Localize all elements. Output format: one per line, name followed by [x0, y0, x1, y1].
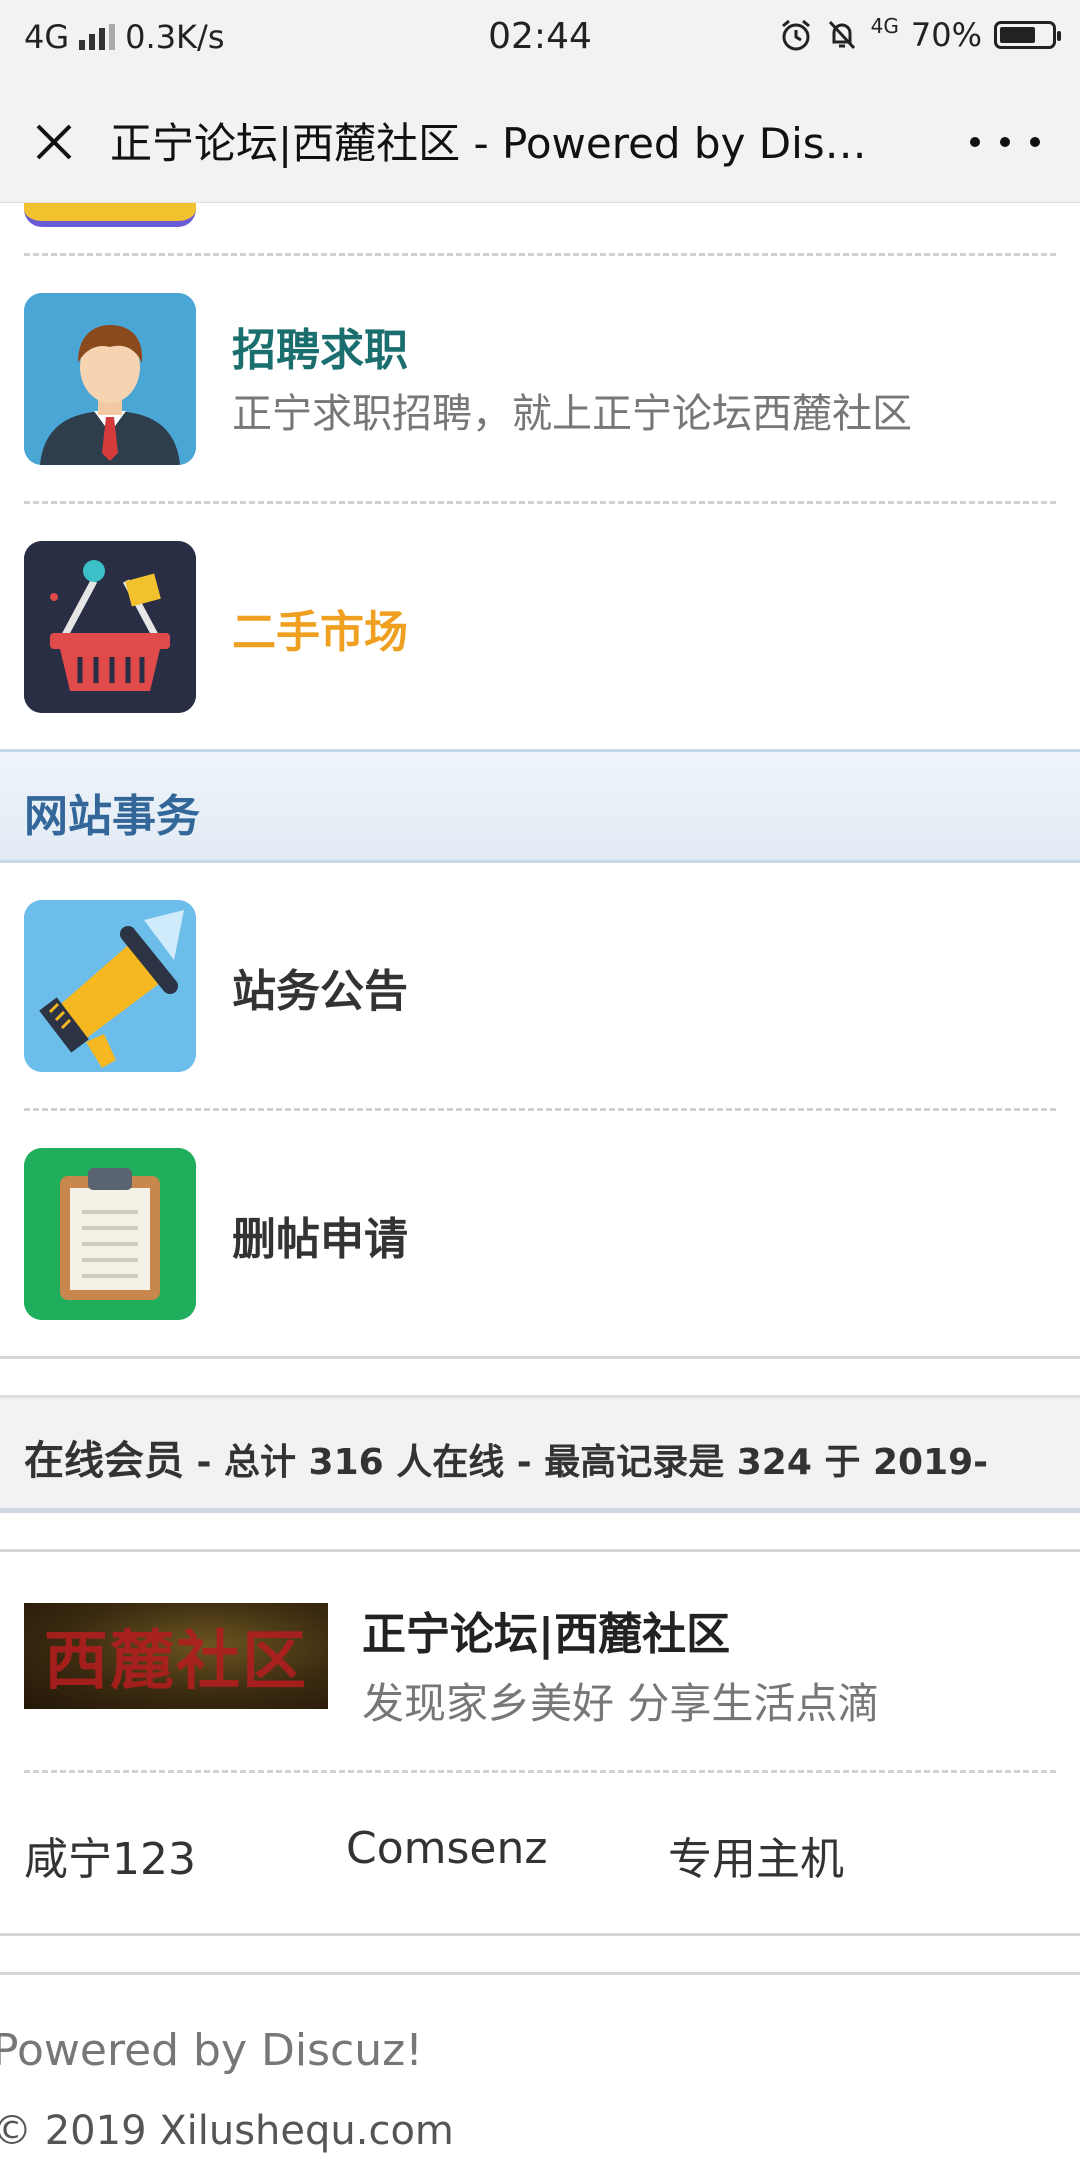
job-seeker-icon [24, 293, 196, 465]
online-members-bar[interactable]: 在线会员 - 总计 316 人在线 - 最高记录是 324 于 2019- [0, 1395, 1080, 1513]
online-label: 在线会员 [24, 1438, 184, 1484]
forum-name[interactable]: 站务公告 [232, 955, 408, 1019]
clipboard-icon [24, 1148, 196, 1320]
site-name: 正宁论坛|西麓社区 [362, 1609, 731, 1660]
dot-icon [970, 137, 980, 147]
alarm-icon [781, 19, 810, 51]
site-slogan: 发现家乡美好 分享生活点滴 [362, 1679, 880, 1728]
more-options-button[interactable] [970, 122, 1040, 162]
browser-title-bar: 正宁论坛|西麓社区 - Powered by Dis… [0, 72, 1080, 203]
forum-name[interactable]: 删帖申请 [232, 1203, 408, 1267]
battery-icon [994, 21, 1061, 49]
page-footer: Powered by Discuz! © 2019 Xilushequ.com [0, 1975, 1080, 2160]
forum-description: 正宁求职招聘，就上正宁论坛西麓社区 [232, 391, 912, 437]
dot-icon [1000, 137, 1010, 147]
forum-item-jobs[interactable]: 招聘求职 正宁求职招聘，就上正宁论坛西麓社区 [0, 256, 1080, 501]
link-xianning123[interactable]: 咸宁123 [24, 1823, 196, 1887]
site-info-card: 西麓社区 正宁论坛|西麓社区 发现家乡美好 分享生活点滴 [0, 1552, 1080, 1770]
section-title: 网站事务 [24, 791, 200, 842]
site-logo-text: 西麓社区 [44, 1624, 308, 1699]
link-dedicated-host[interactable]: 专用主机 [668, 1823, 844, 1887]
partial-forum-row [0, 203, 1080, 253]
forum-name[interactable]: 招聘求职 [232, 314, 408, 378]
megaphone-icon [24, 900, 196, 1072]
close-icon [36, 124, 72, 160]
online-detail: - 总计 316 人在线 - 最高记录是 324 于 2019- [184, 1442, 989, 1483]
battery-percent: 70% [910, 16, 982, 54]
forum-name[interactable]: 二手市场 [232, 596, 408, 660]
site-logo[interactable]: 西麓社区 [24, 1603, 328, 1709]
network-type-right: 4G [870, 14, 899, 38]
friend-links: 咸宁123 Comsenz 专用主机 [0, 1773, 1080, 1933]
mute-bell-icon [828, 20, 855, 50]
shopping-basket-icon [24, 541, 196, 713]
partial-forum-icon [24, 203, 196, 227]
forum-item-secondhand[interactable]: 二手市场 [0, 504, 1080, 749]
link-comsenz[interactable]: Comsenz [346, 1823, 547, 1874]
close-button[interactable] [24, 112, 84, 172]
copyright[interactable]: © 2019 Xilushequ.com [0, 2108, 454, 2154]
forum-item-announcements[interactable]: 站务公告 [0, 863, 1080, 1108]
powered-by[interactable]: Powered by Discuz! [0, 2025, 423, 2076]
online-members-text: 在线会员 - 总计 316 人在线 - 最高记录是 324 于 2019- [24, 1428, 988, 1486]
forum-item-delete-request[interactable]: 删帖申请 [0, 1111, 1080, 1356]
dot-icon [1030, 137, 1040, 147]
section-header-site-affairs[interactable]: 网站事务 [0, 749, 1080, 863]
status-bar: 4G 0.3K/s 02:44 4G 70% [0, 0, 1080, 72]
page-content: 招聘求职 正宁求职招聘，就上正宁论坛西麓社区 二手市场 网站事务 站务公告 删帖… [0, 203, 1080, 2160]
page-title: 正宁论坛|西麓社区 - Powered by Dis… [110, 119, 867, 168]
